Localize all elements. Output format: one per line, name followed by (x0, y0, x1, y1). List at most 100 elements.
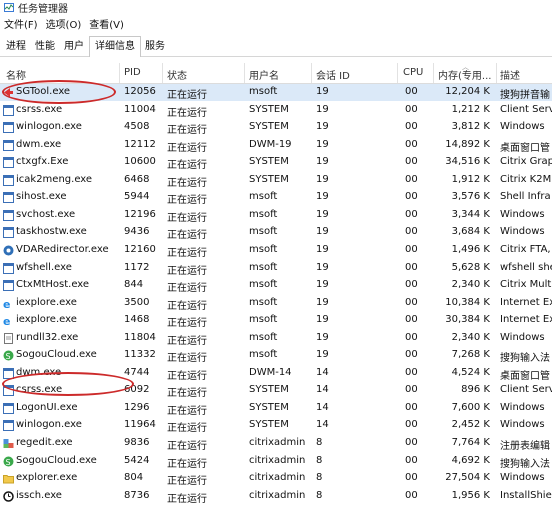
cell-desc: Client Serv (500, 103, 552, 115)
cell-status: 正在运行 (167, 300, 207, 312)
cell-pid: 804 (124, 472, 144, 484)
col-username[interactable]: 用户名 (249, 67, 279, 82)
cell-session: 19 (316, 156, 329, 168)
table-row[interactable]: regedit.exe 9836 正在运行 citrixadmin 8 00 7,764 K… (0, 435, 552, 452)
window-app-icon (3, 174, 14, 186)
tab-processes[interactable]: 进程 (2, 38, 30, 56)
tab-performance[interactable]: 性能 (31, 38, 59, 56)
cell-desc: Windows (500, 419, 545, 431)
table-row[interactable]: S SogouCloud.exe 11332 正在运行 msoft 19 00 7,268 K… (0, 347, 552, 364)
table-row[interactable]: SGTool.exe 12056 正在运行 msoft 19 00 12,204 K 搜狗拼音… (0, 84, 552, 101)
cell-name: sihost.exe (16, 191, 67, 203)
cell-session: 19 (316, 243, 329, 255)
col-cpu[interactable]: CPU (403, 67, 423, 78)
table-row[interactable]: e iexplore.exe 1468 正在运行 msoft 19 00 30,384 K In… (0, 312, 552, 329)
cell-status: 正在运行 (167, 212, 207, 224)
cell-desc: 注册表编辑 (500, 441, 550, 452)
table-row[interactable]: S SogouCloud.exe 5424 正在运行 citrixadmin 8 00 4,6… (0, 453, 552, 470)
cell-status: 正在运行 (167, 142, 207, 154)
col-divider[interactable] (311, 63, 312, 83)
cell-session: 19 (316, 296, 329, 308)
window-app-icon (3, 227, 14, 239)
cell-pid: 12160 (124, 243, 156, 255)
col-divider[interactable] (397, 63, 398, 83)
table-row[interactable]: csrss.exe 6092 正在运行 SYSTEM 14 00 896 K Client S… (0, 382, 552, 399)
cell-session: 14 (316, 384, 329, 396)
col-divider[interactable] (162, 63, 163, 83)
col-status[interactable]: 状态 (167, 67, 187, 82)
table-row[interactable]: csrss.exe 11004 正在运行 SYSTEM 19 00 1,212 K Clien… (0, 102, 552, 119)
window-app-icon (3, 402, 14, 414)
table-row[interactable]: e iexplore.exe 3500 正在运行 msoft 19 00 10,384 K In… (0, 295, 552, 312)
table-row[interactable]: issch.exe 8736 正在运行 citrixadmin 8 00 1,956 K In… (0, 488, 552, 505)
cell-cpu: 00 (405, 138, 418, 150)
col-divider[interactable] (496, 63, 497, 83)
table-row[interactable]: rundll32.exe 11804 正在运行 msoft 19 00 2,340 K Win… (0, 330, 552, 347)
cell-session: 19 (316, 191, 329, 203)
cell-cpu: 00 (405, 261, 418, 273)
cell-cpu: 00 (405, 314, 418, 326)
col-name[interactable]: 名称 (6, 67, 26, 82)
cell-desc: Citrix FTA, (500, 243, 551, 255)
cell-user: citrixadmin (249, 437, 306, 448)
col-divider[interactable] (244, 63, 245, 83)
cell-pid: 5944 (124, 191, 150, 203)
cell-name: regedit.exe (16, 437, 73, 448)
menu-file[interactable]: 文件(F) (0, 16, 42, 31)
col-pid[interactable]: PID (124, 67, 141, 78)
tab-users[interactable]: 用户 (60, 38, 88, 56)
cell-desc: Internet Ex (500, 314, 552, 326)
cell-user: msoft (249, 261, 278, 273)
tab-details[interactable]: 详细信息 (89, 36, 141, 57)
table-row[interactable]: taskhostw.exe 9436 正在运行 msoft 19 00 3,684 K Win… (0, 224, 552, 241)
tab-services[interactable]: 服务 (141, 38, 169, 56)
col-description[interactable]: 描述 (500, 67, 520, 82)
cell-desc: Windows (500, 472, 545, 484)
table-row[interactable]: icak2meng.exe 6468 正在运行 SYSTEM 19 00 1,912 K Ci… (0, 172, 552, 189)
cell-user: msoft (249, 296, 278, 308)
menu-options[interactable]: 选项(O) (42, 16, 86, 31)
col-divider[interactable] (433, 63, 434, 83)
menu-view[interactable]: 查看(V) (85, 16, 128, 31)
cell-pid: 11804 (124, 331, 156, 343)
table-row[interactable]: sihost.exe 5944 正在运行 msoft 19 00 3,576 K Shell … (0, 189, 552, 206)
cell-session: 19 (316, 349, 329, 361)
cell-user: msoft (249, 349, 278, 361)
table-row[interactable]: VDARedirector.exe 12160 正在运行 msoft 19 00 1,496… (0, 242, 552, 259)
cell-name: csrss.exe (16, 384, 63, 396)
table-row[interactable]: LogonUI.exe 1296 正在运行 SYSTEM 14 00 7,600 K Wind… (0, 400, 552, 417)
cell-user: msoft (249, 279, 278, 291)
col-session-id[interactable]: 会话 ID (316, 67, 350, 82)
table-row[interactable]: dwm.exe 12112 正在运行 DWM-19 19 00 14,892 K 桌面窗口管 (0, 137, 552, 154)
table-row[interactable]: winlogon.exe 11964 正在运行 SYSTEM 14 00 2,452 K Wi… (0, 417, 552, 434)
table-row[interactable]: ctxgfx.Exe 10600 正在运行 SYSTEM 19 00 34,516 K Cit… (0, 154, 552, 171)
cell-session: 8 (316, 472, 323, 484)
cell-name: dwm.exe (16, 138, 62, 150)
cell-session: 14 (316, 419, 329, 431)
cell-session: 19 (316, 279, 329, 291)
cell-pid: 12196 (124, 208, 156, 220)
col-divider[interactable] (119, 63, 120, 83)
cell-pid: 3500 (124, 296, 150, 308)
cell-session: 19 (316, 173, 329, 185)
cell-mem: 1,912 K (451, 173, 490, 185)
menu-bar: 文件(F) 选项(O) 查看(V) (0, 15, 128, 32)
table-row[interactable]: explorer.exe 804 正在运行 citrixadmin 8 00 27,504 … (0, 470, 552, 487)
table-row[interactable]: svchost.exe 12196 正在运行 msoft 19 00 3,344 K Wind… (0, 207, 552, 224)
window-app-icon (3, 122, 14, 134)
table-row[interactable]: dwm.exe 4744 正在运行 DWM-14 14 00 4,524 K 桌面窗口管 (0, 365, 552, 382)
cell-cpu: 00 (405, 437, 418, 448)
cell-desc: Citrix Mult (500, 279, 552, 291)
tab-strip: 进程 性能 用户 详细信息 服务 (0, 36, 552, 57)
cell-name: dwm.exe (16, 366, 62, 378)
column-header: 名称 PID 状态 用户名 会话 ID CPU 内存(专用... ︿ 描述 (0, 63, 552, 84)
cell-pid: 1296 (124, 401, 150, 413)
window-app-icon (3, 385, 14, 397)
cell-mem: 7,600 K (451, 401, 490, 413)
cell-status: 正在运行 (167, 388, 207, 400)
window-app-icon (3, 157, 14, 169)
window-app-icon (3, 280, 14, 292)
table-row[interactable]: CtxMtHost.exe 844 正在运行 msoft 19 00 2,340 K Citr… (0, 277, 552, 294)
table-row[interactable]: winlogon.exe 4508 正在运行 SYSTEM 19 00 3,812 K Win… (0, 119, 552, 136)
table-row[interactable]: wfshell.exe 1172 正在运行 msoft 19 00 5,628 K wfshe… (0, 260, 552, 277)
